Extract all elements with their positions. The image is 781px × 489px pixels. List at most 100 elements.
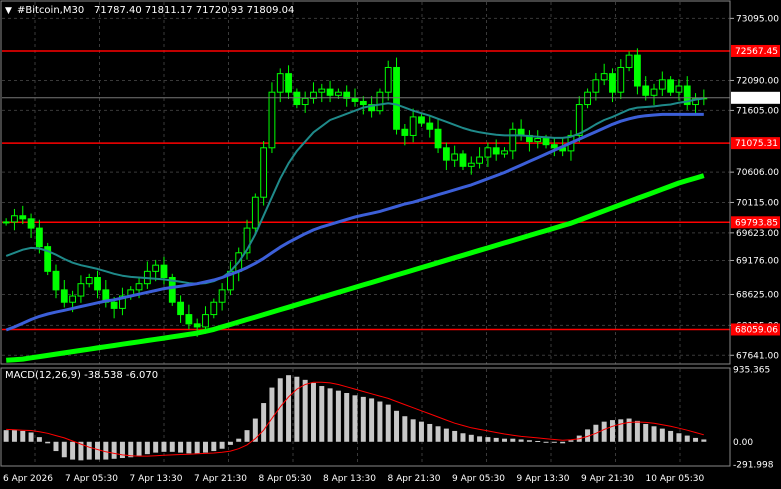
candle-body <box>600 73 608 81</box>
time-label: 6 Apr 2026 <box>3 474 53 484</box>
price-tick-label: 70115.00 <box>736 198 779 208</box>
time-label: 9 Apr 21:30 <box>581 474 634 484</box>
candle-body <box>52 270 60 291</box>
candle-body <box>19 215 27 220</box>
price-tick-label: 68625.00 <box>736 291 779 301</box>
candle-body <box>609 73 616 93</box>
macd-bar <box>485 437 491 442</box>
macd-bar <box>169 441 175 452</box>
candle-body <box>459 153 467 167</box>
level-price-label: 72567.45 <box>735 47 778 57</box>
chart-canvas[interactable]: 73095.00 72090.00 71605.00 70606.00 70115.00… <box>0 0 781 489</box>
macd-bar <box>302 379 308 442</box>
macd-bar <box>477 436 483 442</box>
price-tick-label: 73095.00 <box>736 14 779 24</box>
macd-bar <box>95 441 101 460</box>
macd-bar <box>3 430 9 442</box>
candle-body <box>359 100 367 106</box>
candle-body <box>276 73 284 93</box>
time-label: 9 Apr 13:30 <box>517 474 570 484</box>
candle-body <box>210 301 218 316</box>
macd-bar <box>219 441 225 449</box>
time-label: 9 Apr 05:30 <box>452 474 505 484</box>
candle-body <box>11 215 18 223</box>
level-price-label: 68059.06 <box>735 325 778 335</box>
macd-bar <box>310 382 316 442</box>
candle-body <box>85 277 93 285</box>
candle-body <box>301 97 309 106</box>
macd-bar <box>319 386 325 442</box>
candle-body <box>542 138 550 146</box>
candle-body <box>177 301 184 316</box>
macd-bar <box>609 420 615 442</box>
macd-bar <box>194 441 200 454</box>
macd-bar <box>53 441 59 452</box>
candle-body <box>35 227 43 248</box>
candle-body <box>2 221 10 224</box>
candle-body <box>384 66 392 93</box>
macd-bar <box>20 430 26 442</box>
macd-bar <box>493 437 499 442</box>
candle-body <box>509 128 517 152</box>
candle-body <box>202 314 209 328</box>
macd-tick-label: 935.365 <box>733 365 770 375</box>
macd-bar <box>36 437 42 442</box>
candle-body <box>633 54 641 87</box>
macd-bar <box>103 441 109 460</box>
candle-body <box>426 122 434 130</box>
macd-bar <box>402 416 408 442</box>
macd-bar <box>518 439 524 442</box>
time-label: 7 Apr 05:30 <box>65 474 118 484</box>
macd-bar <box>684 435 690 442</box>
macd-bar <box>11 430 17 442</box>
candle-body <box>318 88 326 93</box>
macd-tick-label: 0.00 <box>733 438 753 448</box>
candle-body <box>434 128 442 149</box>
macd-bar <box>236 438 242 442</box>
macd-bar <box>443 428 449 442</box>
candle-body <box>592 79 600 93</box>
macd-bar <box>659 428 665 442</box>
macd-bar <box>261 403 267 442</box>
level-price-label: 69793.85 <box>735 218 778 228</box>
macd-bar <box>61 441 67 458</box>
macd-bar <box>377 401 383 442</box>
macd-bar <box>294 376 300 442</box>
macd-bar <box>535 441 541 442</box>
macd-bar <box>211 441 217 452</box>
macd-bar <box>45 441 51 444</box>
macd-bar <box>269 387 275 442</box>
macd-bar <box>203 441 208 453</box>
candle-body <box>334 91 342 96</box>
macd-bar <box>435 426 441 442</box>
macd-bar <box>286 375 292 442</box>
macd-bar <box>327 388 333 442</box>
dropdown-arrow-icon[interactable]: ▼ <box>5 6 12 16</box>
price-tick-label: 69623.00 <box>736 229 779 239</box>
candle-body <box>326 88 334 96</box>
candle-body <box>293 91 301 106</box>
macd-bar <box>668 430 674 442</box>
macd-bar <box>410 419 416 442</box>
macd-bar <box>427 423 433 442</box>
candle-body <box>135 283 143 291</box>
macd-bar <box>418 421 424 442</box>
macd-bar <box>460 433 466 442</box>
macd-bar <box>551 441 557 443</box>
candle-body <box>160 264 168 279</box>
macd-bar <box>335 390 341 442</box>
macd-bar <box>543 441 549 443</box>
macd-bar <box>86 441 92 460</box>
macd-bar <box>618 419 624 442</box>
macd-bar <box>369 398 375 442</box>
time-label: 7 Apr 13:30 <box>130 474 183 484</box>
macd-bar <box>186 441 192 454</box>
macd-bar <box>468 434 474 442</box>
candle-body <box>260 147 268 198</box>
candle-body <box>393 66 400 130</box>
macd-bar <box>352 395 358 442</box>
macd-bar <box>227 441 233 445</box>
time-label: 8 Apr 13:30 <box>323 474 376 484</box>
candle-body <box>642 85 650 96</box>
macd-bar <box>676 433 682 442</box>
